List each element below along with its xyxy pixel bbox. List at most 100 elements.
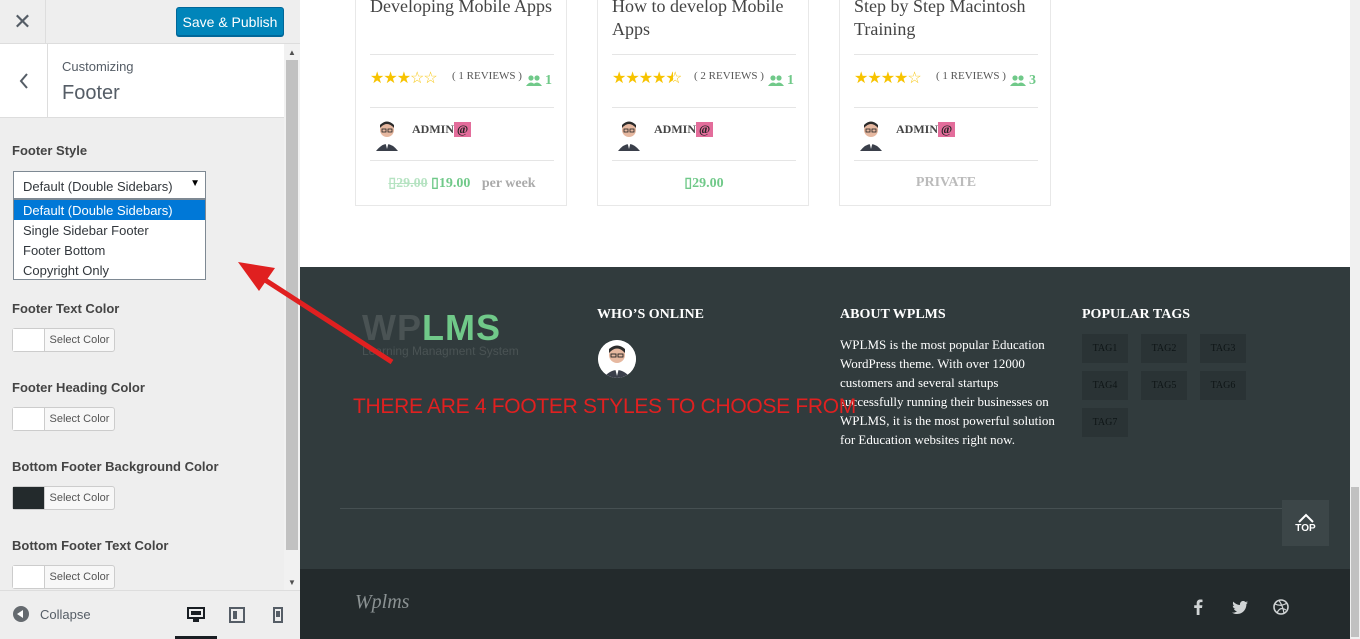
review-count: ( 1 REVIEWS ) <box>936 70 1006 82</box>
course-title[interactable]: How to develop Mobile Apps <box>612 0 796 41</box>
page-scrollbar[interactable] <box>1350 0 1360 639</box>
bottom-footer-bg-color-picker[interactable]: Select Color <box>12 486 115 510</box>
card-divider <box>612 54 796 55</box>
users-icon <box>1010 75 1026 86</box>
select-color-button[interactable]: Select Color <box>45 566 114 588</box>
close-customizer-button[interactable]: ✕ <box>0 0 46 44</box>
scroll-down-arrow-icon[interactable]: ▼ <box>284 575 300 589</box>
footer-style-select[interactable]: Default (Double Sidebars) ▼ <box>13 171 206 199</box>
scroll-up-arrow-icon[interactable]: ▲ <box>284 45 300 59</box>
rating-stars-icon: ★★★★★☆ <box>612 70 682 87</box>
course-card[interactable]: Step by Step Macintosh Training ★★★★☆ ( … <box>839 0 1051 206</box>
footer-style-option[interactable]: Single Sidebar Footer <box>14 220 205 240</box>
footer-text-color-label: Footer Text Color <box>12 301 120 316</box>
sidebar-scrollbar-thumb[interactable] <box>286 60 298 550</box>
review-count: ( 1 REVIEWS ) <box>452 70 522 82</box>
customizer-footer-bar: Collapse <box>0 590 300 639</box>
card-divider <box>612 160 796 161</box>
course-title[interactable]: Step by Step Macintosh Training <box>854 0 1038 41</box>
footer-signature-logo[interactable]: Wplms <box>355 591 409 614</box>
color-swatch <box>13 566 45 588</box>
tag-link[interactable]: TAG1 <box>1082 334 1128 363</box>
about-wplms-title: ABOUT WPLMS <box>840 307 946 322</box>
section-header: Customizing Footer <box>0 44 284 118</box>
back-to-top-button[interactable]: TOP <box>1282 500 1329 546</box>
collapse-button[interactable]: Collapse <box>40 607 91 622</box>
instructor-avatar[interactable] <box>374 119 400 151</box>
course-price: PRIVATE <box>915 175 977 190</box>
tag-link[interactable]: TAG7 <box>1082 408 1128 437</box>
instructor-name-text: ADMIN <box>412 122 454 136</box>
tag-link[interactable]: TAG3 <box>1200 334 1246 363</box>
about-wplms-text: WPLMS is the most popular Education Word… <box>840 337 1055 447</box>
tag-link[interactable]: TAG4 <box>1082 371 1128 400</box>
rating-stars-icon: ★★★☆☆ <box>370 70 438 87</box>
card-divider <box>854 107 1038 108</box>
student-count: 1 <box>526 73 552 89</box>
select-color-button[interactable]: Select Color <box>45 487 114 509</box>
footer-style-option[interactable]: Default (Double Sidebars) <box>14 200 205 220</box>
course-price: ▯29.00 <box>598 175 810 192</box>
page-scrollbar-thumb[interactable] <box>1351 487 1359 637</box>
select-color-button[interactable]: Select Color <box>45 329 114 351</box>
student-count-value: 1 <box>787 73 794 88</box>
logo-tagline: Learning Managment System <box>362 344 519 358</box>
footer-style-option[interactable]: Footer Bottom <box>14 240 205 260</box>
card-divider <box>854 160 1038 161</box>
save-publish-button[interactable]: Save & Publish <box>176 7 284 36</box>
footer-text-color-picker[interactable]: Select Color <box>12 328 115 352</box>
instructor-avatar[interactable] <box>616 119 642 151</box>
annotation-text: THERE ARE 4 FOOTER STYLES TO CHOOSE FROM <box>353 395 856 418</box>
popular-tags-title: POPULAR TAGS <box>1082 307 1190 322</box>
rating-stars-icon: ★★★★☆ <box>854 70 922 87</box>
card-divider <box>854 54 1038 55</box>
current-price: ▯29.00 <box>684 176 724 191</box>
course-card[interactable]: Developing Mobile Apps ★★★☆☆ ( 1 REVIEWS… <box>355 0 567 206</box>
footer-heading-color-label: Footer Heading Color <box>12 380 145 395</box>
site-footer: WPLMS Learning Managment System WHO’S ON… <box>300 267 1350 569</box>
color-swatch <box>13 329 45 351</box>
footer-style-selected-value: Default (Double Sidebars) <box>23 179 173 194</box>
student-count: 1 <box>768 73 794 89</box>
instructor-name[interactable]: ADMIN @ <box>412 122 472 137</box>
footer-heading-color-picker[interactable]: Select Color <box>12 407 115 431</box>
course-title[interactable]: Developing Mobile Apps <box>370 0 554 18</box>
mobile-preview-icon[interactable] <box>268 605 288 625</box>
twitter-icon[interactable] <box>1232 599 1248 615</box>
back-to-top-label: TOP <box>1295 522 1316 534</box>
back-button[interactable] <box>0 44 48 117</box>
instructor-name-text: ADMIN <box>896 122 938 136</box>
wplms-logo[interactable]: WPLMS <box>362 307 501 349</box>
desktop-preview-icon[interactable] <box>186 605 206 625</box>
dropdown-arrow-icon: ▼ <box>190 178 200 189</box>
select-color-button[interactable]: Select Color <box>45 408 114 430</box>
collapse-icon[interactable] <box>13 606 29 622</box>
facebook-icon[interactable] <box>1190 599 1206 615</box>
instructor-name[interactable]: ADMIN @ <box>654 122 714 137</box>
whos-online-title: WHO’S ONLINE <box>597 307 704 322</box>
tag-link[interactable]: TAG5 <box>1141 371 1187 400</box>
course-card[interactable]: How to develop Mobile Apps ★★★★★☆ ( 2 RE… <box>597 0 809 206</box>
tag-link[interactable]: TAG2 <box>1141 334 1187 363</box>
users-icon <box>526 75 542 86</box>
instructor-avatar[interactable] <box>858 119 884 151</box>
online-user-avatar[interactable] <box>598 340 636 378</box>
footer-divider <box>340 508 1308 509</box>
price-period: per week <box>481 176 536 191</box>
chevron-up-icon <box>1297 513 1314 523</box>
dribbble-icon[interactable] <box>1273 599 1289 615</box>
card-divider <box>370 160 554 161</box>
instructor-name[interactable]: ADMIN @ <box>896 122 956 137</box>
instructor-name-text: ADMIN <box>654 122 696 136</box>
card-divider <box>370 54 554 55</box>
instructor-badge: @ <box>938 122 956 137</box>
chevron-left-icon <box>19 72 28 89</box>
tag-link[interactable]: TAG6 <box>1200 371 1246 400</box>
bottom-footer-text-color-picker[interactable]: Select Color <box>12 565 115 589</box>
tablet-preview-icon[interactable] <box>227 605 247 625</box>
footer-style-option[interactable]: Copyright Only <box>14 260 205 280</box>
color-swatch <box>13 487 45 509</box>
current-price: ▯19.00 <box>431 176 471 191</box>
bottom-footer: Wplms <box>300 569 1350 639</box>
old-price: ▯29.00 <box>388 176 428 191</box>
